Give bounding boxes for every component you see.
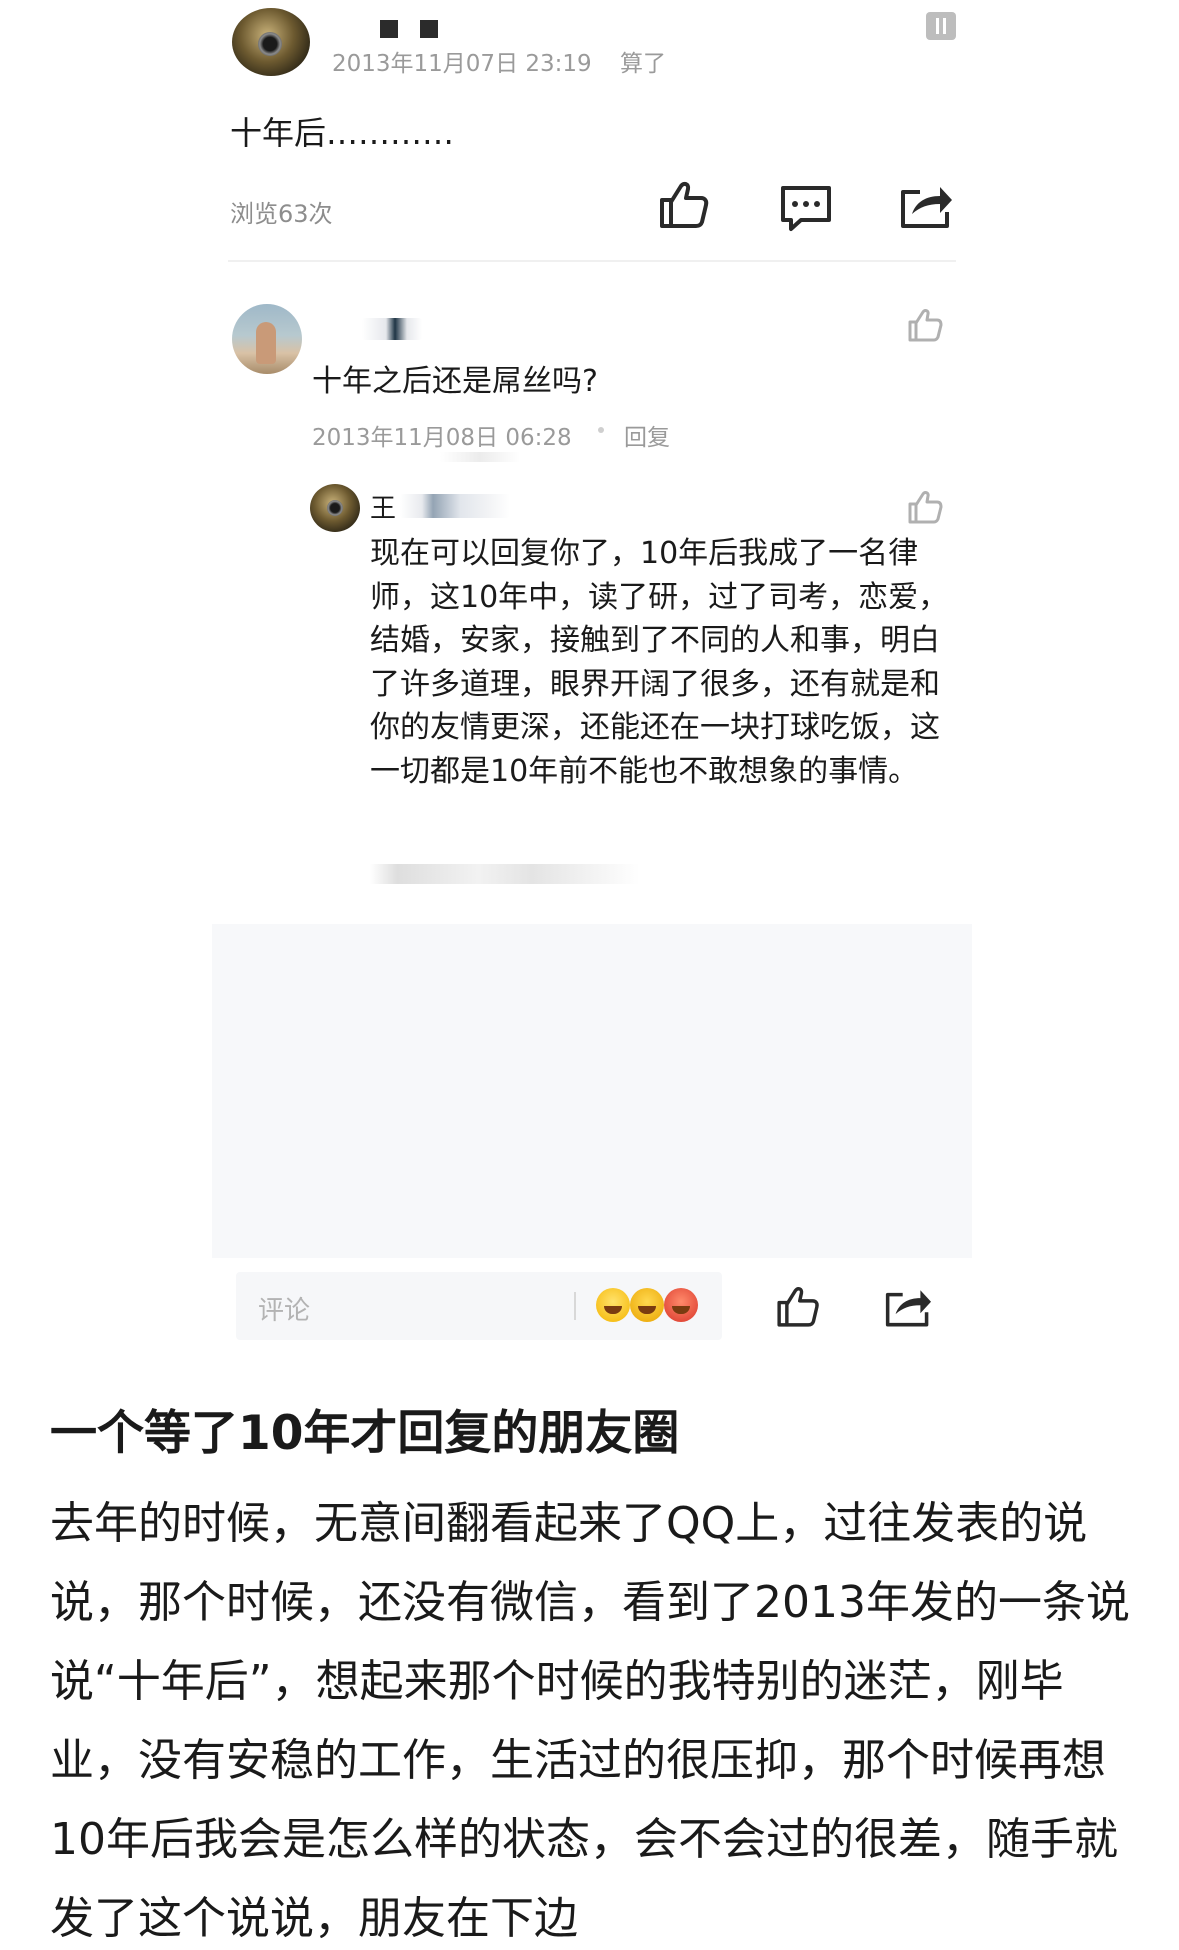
comment-date: 2013年11月08日 06:28 (312, 425, 572, 451)
view-count: 浏览63次 (230, 200, 333, 228)
blurred-strip-2 (370, 864, 640, 884)
reply-like-icon[interactable] (906, 488, 946, 526)
comment-placeholder: 评论 (258, 1296, 311, 1326)
poster-name-redacted-2 (420, 20, 438, 38)
replier-avatar[interactable] (310, 484, 360, 532)
thumbs-up-icon-bar[interactable] (774, 1282, 822, 1330)
reply-button[interactable]: 回复 (624, 418, 670, 452)
replier-name-initial: 王 (370, 494, 397, 524)
laugh-emoji-icon[interactable] (630, 1288, 664, 1322)
share-icon[interactable] (898, 180, 954, 232)
share-icon-bar[interactable] (882, 1284, 934, 1330)
comment-text: 十年之后还是屌丝吗? (312, 364, 598, 399)
blank-panel (212, 924, 972, 1258)
post-label: 算了 (620, 51, 666, 77)
post-date: 2013年11月07日 23:19 (332, 51, 592, 77)
thumbs-up-icon[interactable] (656, 178, 712, 230)
blurred-strip (440, 452, 520, 462)
post-body: 十年后………… (230, 114, 455, 152)
comment-icon[interactable] (778, 182, 834, 234)
commenter-avatar[interactable] (232, 304, 302, 374)
replier-name-blurred (400, 494, 510, 518)
reply-text: 现在可以回复你了，10年后我成了一名律师，这10年中，读了研，过了司考，恋爱，结… (370, 536, 949, 789)
grin-emoji-icon[interactable] (596, 1288, 630, 1322)
section-divider (228, 260, 956, 262)
bar-separator (574, 1292, 576, 1320)
more-menu-icon[interactable] (926, 12, 956, 40)
commenter-name-blurred (362, 318, 422, 340)
red-envelope-emoji-icon[interactable] (664, 1288, 698, 1322)
article-title: 一个等了10年才回复的朋友圈 (50, 1406, 680, 1461)
comment-like-icon[interactable] (906, 306, 946, 344)
poster-name-redacted (380, 20, 398, 38)
article-body: 去年的时候，无意间翻看起来了QQ上，过往发表的说说，那个时候，还没有微信，看到了… (50, 1498, 1130, 1944)
separator-dot (598, 427, 604, 433)
poster-avatar[interactable] (232, 8, 310, 76)
